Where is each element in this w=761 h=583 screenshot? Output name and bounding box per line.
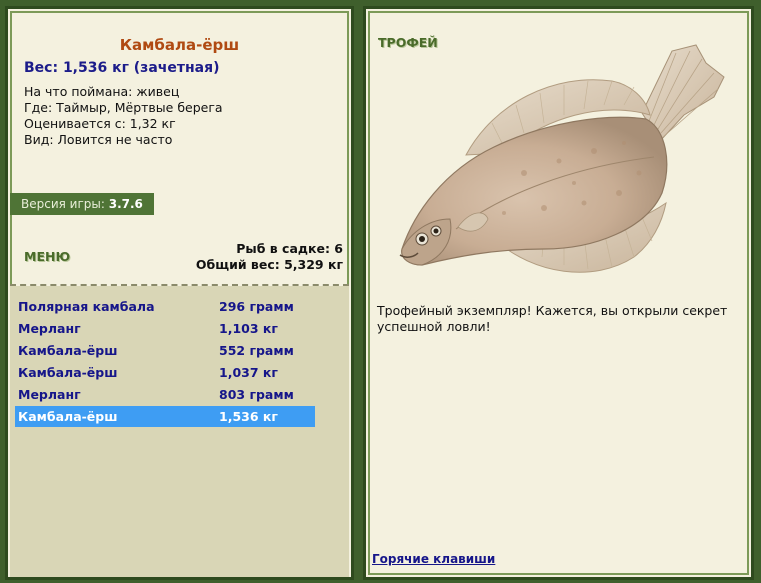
version-label: Версия игры: — [21, 197, 105, 211]
catch-row[interactable]: Мерланг 803 грамм — [15, 384, 315, 405]
flounder-fish-icon — [399, 44, 725, 273]
fish-name: Камбала-ёрш — [119, 36, 240, 54]
catch-weight: 1,103 кг — [219, 321, 278, 336]
catch-name: Мерланг — [18, 321, 81, 336]
version-bar: Версия игры: 3.7.6 — [10, 193, 154, 215]
menu-button[interactable]: МЕНЮ — [24, 249, 70, 264]
value-info: Оценивается с: 1,32 кг — [24, 116, 176, 131]
catch-weight: 803 грамм — [219, 387, 294, 402]
bait-info: На что поймана: живец — [24, 84, 180, 99]
fish-weight: Вес: 1,536 кг (зачетная) — [24, 60, 220, 76]
species-info: Вид: Ловится не часто — [24, 132, 173, 147]
catch-row[interactable]: Полярная камбала 296 грамм — [15, 296, 315, 317]
version-number: 3.7.6 — [108, 197, 143, 211]
catch-name: Камбала-ёрш — [18, 409, 118, 424]
catch-name: Полярная камбала — [18, 299, 155, 314]
catch-row-selected[interactable]: Камбала-ёрш 1,536 кг — [15, 406, 315, 427]
catch-row[interactable]: Камбала-ёрш 552 грамм — [15, 340, 315, 361]
catch-weight: 1,037 кг — [219, 365, 278, 380]
info-panel: Камбала-ёрш Вес: 1,536 кг (зачетная) На … — [5, 6, 354, 580]
catch-row[interactable]: Камбала-ёрш 1,037 кг — [15, 362, 315, 383]
hotkeys-link[interactable]: Горячие клавиши — [372, 552, 495, 566]
catch-name: Камбала-ёрш — [18, 365, 118, 380]
trophy-message: Трофейный экземпляр! Кажется, вы открыли… — [377, 303, 728, 334]
catch-weight: 1,536 кг — [219, 409, 278, 424]
location-info: Где: Таймыр, Мёртвые берега — [24, 100, 223, 115]
cage-count: Рыб в садке: 6 — [236, 241, 343, 256]
cage-total-weight: Общий вес: 5,329 кг — [195, 257, 343, 272]
trophy-panel: ТРОФЕЙ Трофейный экземпляр! Кажется, вы … — [363, 6, 754, 580]
catch-weight: 296 грамм — [219, 299, 294, 314]
catch-list: Полярная камбала 296 грамм Мерланг 1,103… — [10, 286, 349, 577]
catch-row[interactable]: Мерланг 1,103 кг — [15, 318, 315, 339]
catch-name: Камбала-ёрш — [18, 343, 118, 358]
catch-name: Мерланг — [18, 387, 81, 402]
catch-weight: 552 грамм — [219, 343, 294, 358]
